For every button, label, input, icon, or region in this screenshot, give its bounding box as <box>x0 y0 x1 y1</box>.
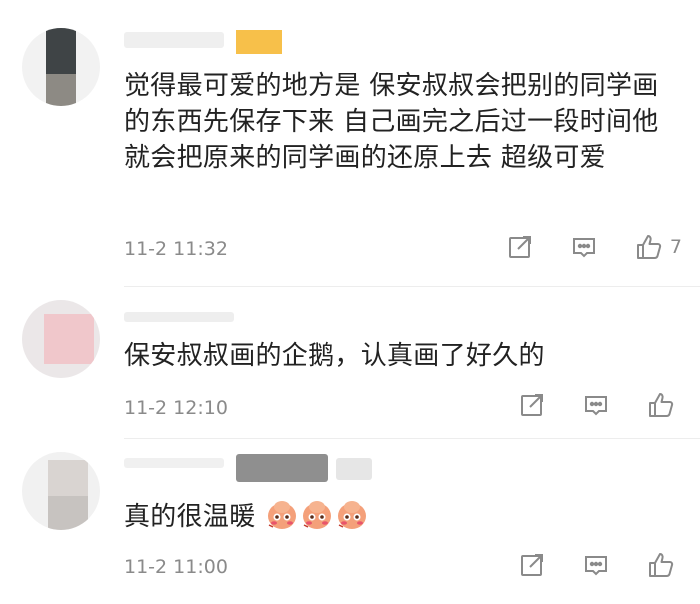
comment-text: 真的很温暖 <box>124 498 684 535</box>
blush-emoji <box>338 501 367 529</box>
share-button[interactable] <box>518 551 546 579</box>
like-button[interactable]: 7 <box>634 232 682 262</box>
comment-time: 11-2 11:00 <box>124 556 228 578</box>
share-icon <box>521 394 543 416</box>
reply-button[interactable] <box>582 551 610 579</box>
like-count: 7 <box>669 236 682 258</box>
member-badge <box>236 30 282 54</box>
reply-button[interactable] <box>570 233 598 261</box>
username-blurred[interactable] <box>124 312 324 332</box>
comment-time: 11-2 11:32 <box>124 238 228 260</box>
avatar[interactable] <box>22 300 100 378</box>
share-icon <box>508 236 531 258</box>
divider <box>124 286 700 287</box>
blush-emoji <box>268 501 297 529</box>
blush-emoji <box>303 501 332 529</box>
like-button[interactable] <box>646 550 682 580</box>
comment-icon <box>585 396 607 416</box>
comment-text-body: 真的很温暖 <box>124 502 256 532</box>
thumbs-up-icon <box>649 393 674 417</box>
avatar[interactable] <box>22 28 100 106</box>
divider <box>124 438 700 439</box>
avatar[interactable] <box>22 452 100 530</box>
comment-item: 保安叔叔画的企鹅，认真画了好久的 11-2 12:10 <box>0 290 700 440</box>
comment-item: 真的很温暖 11-2 11:00 <box>0 440 700 604</box>
thumbs-up-icon <box>636 235 662 259</box>
like-button[interactable] <box>646 390 682 420</box>
comment-item: 觉得最可爱的地方是 保安叔叔会把别的同学画的东西先保存下来 自己画完之后过一段时… <box>0 0 700 290</box>
share-button[interactable] <box>506 233 534 261</box>
username-blurred[interactable] <box>124 30 324 54</box>
username-blurred[interactable] <box>124 454 384 482</box>
comment-time: 11-2 12:10 <box>124 397 228 419</box>
comment-text: 觉得最可爱的地方是 保安叔叔会把别的同学画的东西先保存下来 自己画完之后过一段时… <box>124 71 659 173</box>
comment-text: 保安叔叔画的企鹅，认真画了好久的 <box>124 341 545 371</box>
share-button[interactable] <box>518 391 546 419</box>
reply-button[interactable] <box>582 391 610 419</box>
comment-icon <box>572 238 595 258</box>
comment-icon <box>585 556 607 576</box>
share-icon <box>521 554 543 576</box>
thumbs-up-icon <box>649 553 674 577</box>
